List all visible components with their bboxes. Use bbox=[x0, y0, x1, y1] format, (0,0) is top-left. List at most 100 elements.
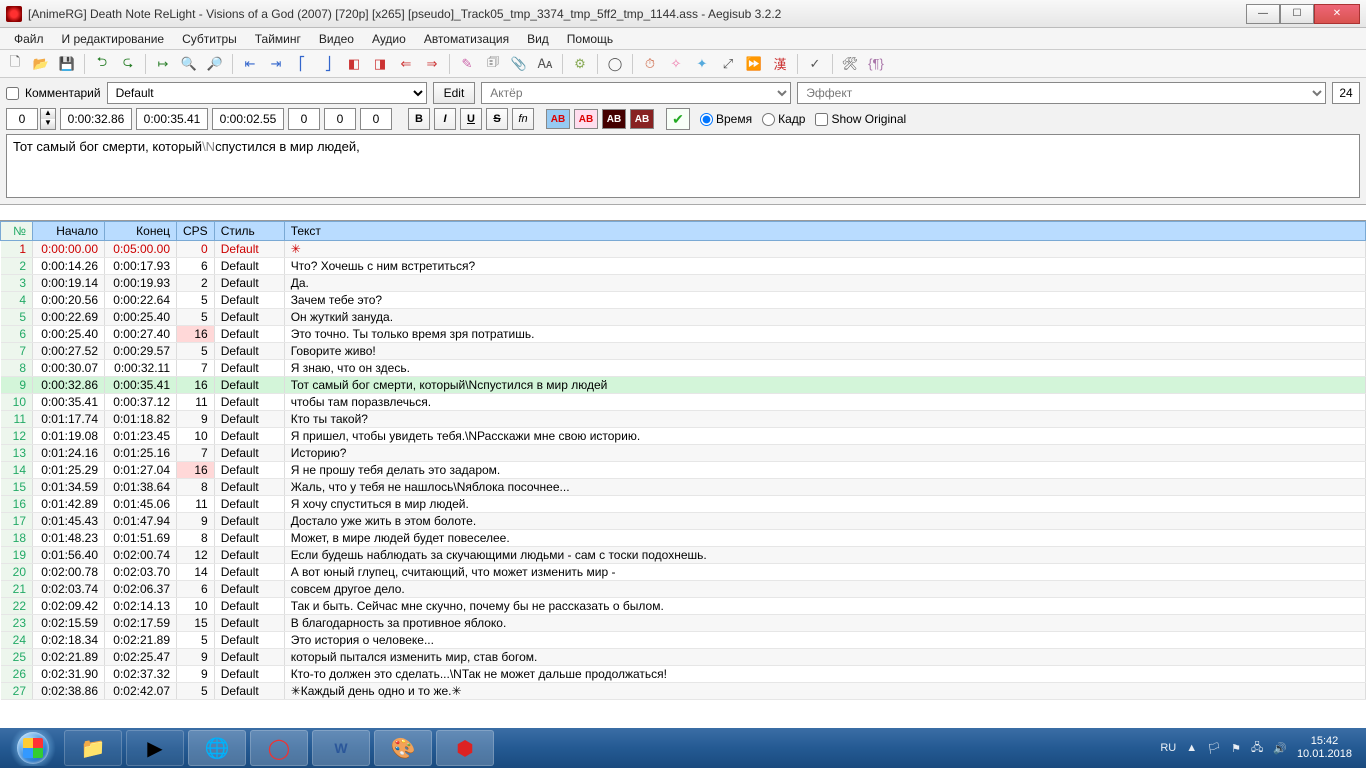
time-radio[interactable]: Время bbox=[700, 112, 752, 126]
table-row[interactable]: 180:01:48.230:01:51.698DefaultМожет, в м… bbox=[1, 530, 1366, 547]
snap-start-icon[interactable]: ⎡ bbox=[291, 53, 313, 75]
primary-color-button[interactable]: AB bbox=[546, 109, 570, 129]
zoom-out-icon[interactable]: 🔎 bbox=[204, 53, 226, 75]
shift-times-icon[interactable]: ⏱ bbox=[639, 53, 661, 75]
close-button[interactable]: ✕ bbox=[1314, 4, 1360, 24]
actor-dropdown[interactable]: Актёр bbox=[481, 82, 791, 104]
table-row[interactable]: 140:01:25.290:01:27.0416DefaultЯ не прош… bbox=[1, 462, 1366, 479]
automation-icon[interactable]: ⚙ bbox=[569, 53, 591, 75]
properties-icon[interactable]: 🗊 bbox=[482, 53, 504, 75]
volume-icon[interactable]: 🔊 bbox=[1273, 742, 1287, 755]
tray-clock[interactable]: 15:42 10.01.2018 bbox=[1297, 735, 1352, 760]
table-row[interactable]: 10:00:00.000:05:00.000Default✳ bbox=[1, 241, 1366, 258]
jump-icon[interactable]: ↦ bbox=[152, 53, 174, 75]
table-row[interactable]: 70:00:27.520:00:29.575DefaultГоворите жи… bbox=[1, 343, 1366, 360]
table-row[interactable]: 260:02:31.900:02:37.329DefaultКто-то дол… bbox=[1, 666, 1366, 683]
show-original-checkbox[interactable]: Show Original bbox=[815, 112, 906, 126]
minimize-button[interactable]: — bbox=[1246, 4, 1280, 24]
start-button[interactable] bbox=[6, 730, 60, 766]
styles-manager-icon[interactable]: ✎ bbox=[456, 53, 478, 75]
outline-color-button[interactable]: AB bbox=[602, 109, 626, 129]
shadow-color-button[interactable]: AB bbox=[630, 109, 654, 129]
col-end[interactable]: Конец bbox=[105, 222, 177, 241]
attachments-icon[interactable]: 📎 bbox=[508, 53, 530, 75]
table-row[interactable]: 210:02:03.740:02:06.376Defaultсовсем дру… bbox=[1, 581, 1366, 598]
taskbar-aegisub[interactable]: ⬢ bbox=[436, 730, 494, 766]
secondary-color-button[interactable]: AB bbox=[574, 109, 598, 129]
menu-help[interactable]: Помощь bbox=[559, 30, 621, 48]
end-time-input[interactable] bbox=[136, 108, 208, 130]
table-row[interactable]: 220:02:09.420:02:14.1310DefaultТак и быт… bbox=[1, 598, 1366, 615]
tray-up-icon[interactable]: ▲ bbox=[1186, 742, 1197, 754]
table-row[interactable]: 250:02:21.890:02:25.479Defaultкоторый пы… bbox=[1, 649, 1366, 666]
bold-button[interactable]: B bbox=[408, 108, 430, 130]
taskbar-word[interactable]: W bbox=[312, 730, 370, 766]
taskbar-explorer[interactable]: 📁 bbox=[64, 730, 122, 766]
taskbar-chrome[interactable]: 🌐 bbox=[188, 730, 246, 766]
layer-input[interactable] bbox=[6, 108, 38, 130]
maximize-button[interactable]: ☐ bbox=[1280, 4, 1314, 24]
table-row[interactable]: 120:01:19.080:01:23.4510DefaultЯ пришел,… bbox=[1, 428, 1366, 445]
font-button[interactable]: fn bbox=[512, 108, 534, 130]
table-row[interactable]: 130:01:24.160:01:25.167DefaultИсторию? bbox=[1, 445, 1366, 462]
style-dropdown[interactable]: Default bbox=[107, 82, 427, 104]
video-jump-start-icon[interactable]: ⇤ bbox=[239, 53, 261, 75]
flag-icon[interactable]: 🏳 bbox=[1207, 742, 1221, 755]
styling-assistant-icon[interactable]: ✧ bbox=[665, 53, 687, 75]
zoom-in-icon[interactable]: 🔍 bbox=[178, 53, 200, 75]
start-time-input[interactable] bbox=[60, 108, 132, 130]
snap-scene-icon[interactable]: ◨ bbox=[369, 53, 391, 75]
table-row[interactable]: 100:00:35.410:00:37.1211Defaultчтобы там… bbox=[1, 394, 1366, 411]
comment-checkbox[interactable] bbox=[6, 87, 19, 100]
table-row[interactable]: 80:00:30.070:00:32.117DefaultЯ знаю, что… bbox=[1, 360, 1366, 377]
shift-start-icon[interactable]: ⇐ bbox=[395, 53, 417, 75]
layer-spinner[interactable]: ▲▼ bbox=[40, 108, 56, 130]
table-row[interactable]: 270:02:38.860:02:42.075Default✳Каждый де… bbox=[1, 683, 1366, 700]
cycle-tag-icon[interactable]: {¶} bbox=[865, 53, 887, 75]
lang-indicator[interactable]: RU bbox=[1160, 742, 1176, 754]
menu-video[interactable]: Видео bbox=[311, 30, 362, 48]
effect-dropdown[interactable]: Эффект bbox=[797, 82, 1326, 104]
margin-v-input[interactable] bbox=[360, 108, 392, 130]
subtitle-grid-scroll[interactable]: № Начало Конец CPS Стиль Текст 10:00:00.… bbox=[0, 220, 1366, 728]
comment-checkbox-label[interactable]: Комментарий bbox=[6, 86, 101, 100]
snap-end-icon[interactable]: ⎦ bbox=[317, 53, 339, 75]
table-row[interactable]: 190:01:56.400:02:00.7412DefaultЕсли буде… bbox=[1, 547, 1366, 564]
commit-button[interactable]: ✔ bbox=[666, 108, 690, 130]
translation-assistant-icon[interactable]: ✦ bbox=[691, 53, 713, 75]
kanji-timer-icon[interactable]: 漢 bbox=[769, 53, 791, 75]
table-row[interactable]: 30:00:19.140:00:19.932DefaultДа. bbox=[1, 275, 1366, 292]
table-row[interactable]: 90:00:32.860:00:35.4116DefaultТот самый … bbox=[1, 377, 1366, 394]
security-icon[interactable]: ⚑ bbox=[1231, 742, 1241, 755]
taskbar-opera[interactable]: ◯ bbox=[250, 730, 308, 766]
redo-icon[interactable]: ⮎ bbox=[117, 53, 139, 75]
menu-timing[interactable]: Тайминг bbox=[247, 30, 309, 48]
fonts-collector-icon[interactable]: 🗛 bbox=[534, 53, 556, 75]
table-row[interactable]: 150:01:34.590:01:38.648DefaultЖаль, что … bbox=[1, 479, 1366, 496]
network-icon[interactable]: 🖧 bbox=[1251, 739, 1263, 758]
table-row[interactable]: 240:02:18.340:02:21.895DefaultЭто истори… bbox=[1, 632, 1366, 649]
table-row[interactable]: 20:00:14.260:00:17.936DefaultЧто? Хочешь… bbox=[1, 258, 1366, 275]
open-icon[interactable]: 📂 bbox=[30, 53, 52, 75]
edit-style-button[interactable]: Edit bbox=[433, 82, 476, 104]
col-number[interactable]: № bbox=[1, 222, 33, 241]
taskbar-wmp[interactable]: ▶ bbox=[126, 730, 184, 766]
italic-button[interactable]: I bbox=[434, 108, 456, 130]
table-row[interactable]: 170:01:45.430:01:47.949DefaultДостало уж… bbox=[1, 513, 1366, 530]
undo-icon[interactable]: ⮌ bbox=[91, 53, 113, 75]
new-icon[interactable]: 🗋 bbox=[4, 53, 26, 75]
col-text[interactable]: Текст bbox=[284, 222, 1365, 241]
table-row[interactable]: 40:00:20.560:00:22.645DefaultЗачем тебе … bbox=[1, 292, 1366, 309]
margin-r-input[interactable] bbox=[324, 108, 356, 130]
table-row[interactable]: 200:02:00.780:02:03.7014DefaultА вот юны… bbox=[1, 564, 1366, 581]
menu-audio[interactable]: Аудио bbox=[364, 30, 414, 48]
duration-input[interactable] bbox=[212, 108, 284, 130]
table-row[interactable]: 160:01:42.890:01:45.0611DefaultЯ хочу сп… bbox=[1, 496, 1366, 513]
shift-end-icon[interactable]: ⇒ bbox=[421, 53, 443, 75]
col-start[interactable]: Начало bbox=[33, 222, 105, 241]
taskbar-paint[interactable]: 🎨 bbox=[374, 730, 432, 766]
select-vis-icon[interactable]: ◧ bbox=[343, 53, 365, 75]
video-jump-end-icon[interactable]: ⇥ bbox=[265, 53, 287, 75]
table-row[interactable]: 110:01:17.740:01:18.829DefaultКто ты так… bbox=[1, 411, 1366, 428]
spellcheck-icon[interactable]: ✓ bbox=[804, 53, 826, 75]
